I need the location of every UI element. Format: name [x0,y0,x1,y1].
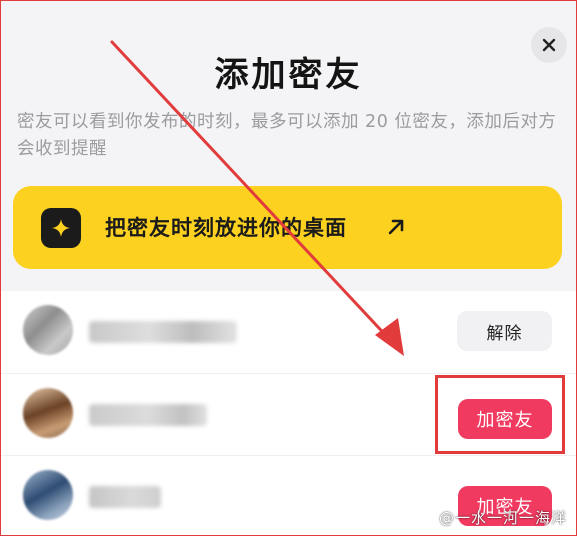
friend-name-blurred [89,404,207,426]
watermark-text: @一水一河一海洋 [438,509,567,527]
page-title: 添加密友 [214,55,363,95]
friend-list: 解除 加密友 加密友 [1,291,576,535]
screenshot-frame: 添加密友 密友可以看到你发布的时刻，最多可以添加 20 位密友，添加后对方会收到… [0,0,577,536]
list-item: 加密友 [1,373,576,456]
widget-banner[interactable]: 把密友时刻放进你的桌面 [13,186,562,269]
watermark: @一水一河一海洋 [420,507,567,528]
add-friend-sheet: 添加密友 密友可以看到你发布的时刻，最多可以添加 20 位密友，添加后对方会收到… [1,1,576,291]
add-friend-button[interactable]: 加密友 [458,399,552,439]
friend-name-blurred [89,486,161,508]
avatar [23,470,73,520]
sparkle-icon-container [41,208,81,248]
dialog-description: 密友可以看到你发布的时刻，最多可以添加 20 位密友，添加后对方会收到提醒 [17,112,557,159]
arrow-up-right-icon-container [387,212,409,242]
watermark-icon [420,510,435,525]
banner-label: 把密友时刻放进你的桌面 [105,216,347,240]
sparkle-icon [51,218,71,238]
list-item: 解除 [1,291,576,373]
friend-name-blurred [89,321,237,343]
remove-friend-button[interactable]: 解除 [457,311,552,351]
arrow-up-right-icon [388,219,404,235]
avatar [23,305,73,355]
avatar [23,388,73,438]
